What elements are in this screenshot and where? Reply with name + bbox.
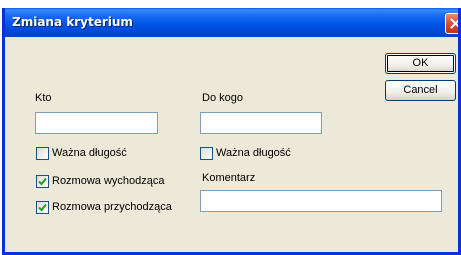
do-kogo-label: Do kogo bbox=[202, 92, 243, 104]
kto-input[interactable] bbox=[35, 112, 158, 134]
komentarz-input[interactable] bbox=[200, 190, 442, 212]
cancel-button[interactable]: Cancel bbox=[385, 80, 456, 101]
window-title: Zmiana kryterium bbox=[12, 15, 133, 29]
title-bar[interactable]: Zmiana kryterium bbox=[5, 8, 458, 37]
checkmark-icon bbox=[38, 177, 47, 186]
ok-button[interactable]: OK bbox=[385, 53, 456, 74]
rozmowa-przychodzaca-label: Rozmowa przychodząca bbox=[52, 201, 172, 213]
checkmark-icon bbox=[38, 203, 47, 212]
do-kogo-input[interactable] bbox=[200, 112, 322, 134]
wazna-dlugosc-right-checkbox[interactable] bbox=[200, 147, 213, 160]
dialog-window: Zmiana kryterium Kto Do kogo Ważna długo… bbox=[2, 8, 461, 255]
wazna-dlugosc-right-label: Ważna długość bbox=[216, 147, 291, 159]
komentarz-label: Komentarz bbox=[202, 172, 256, 184]
rozmowa-wychodzaca-checkbox[interactable] bbox=[36, 175, 49, 188]
close-button[interactable] bbox=[445, 13, 458, 34]
wazna-dlugosc-left-checkbox[interactable] bbox=[36, 147, 49, 160]
close-icon bbox=[450, 18, 458, 29]
rozmowa-przychodzaca-checkbox[interactable] bbox=[36, 201, 49, 214]
kto-label: Kto bbox=[35, 92, 52, 104]
wazna-dlugosc-left-label: Ważna długość bbox=[52, 147, 127, 159]
rozmowa-wychodzaca-label: Rozmowa wychodząca bbox=[52, 175, 165, 187]
